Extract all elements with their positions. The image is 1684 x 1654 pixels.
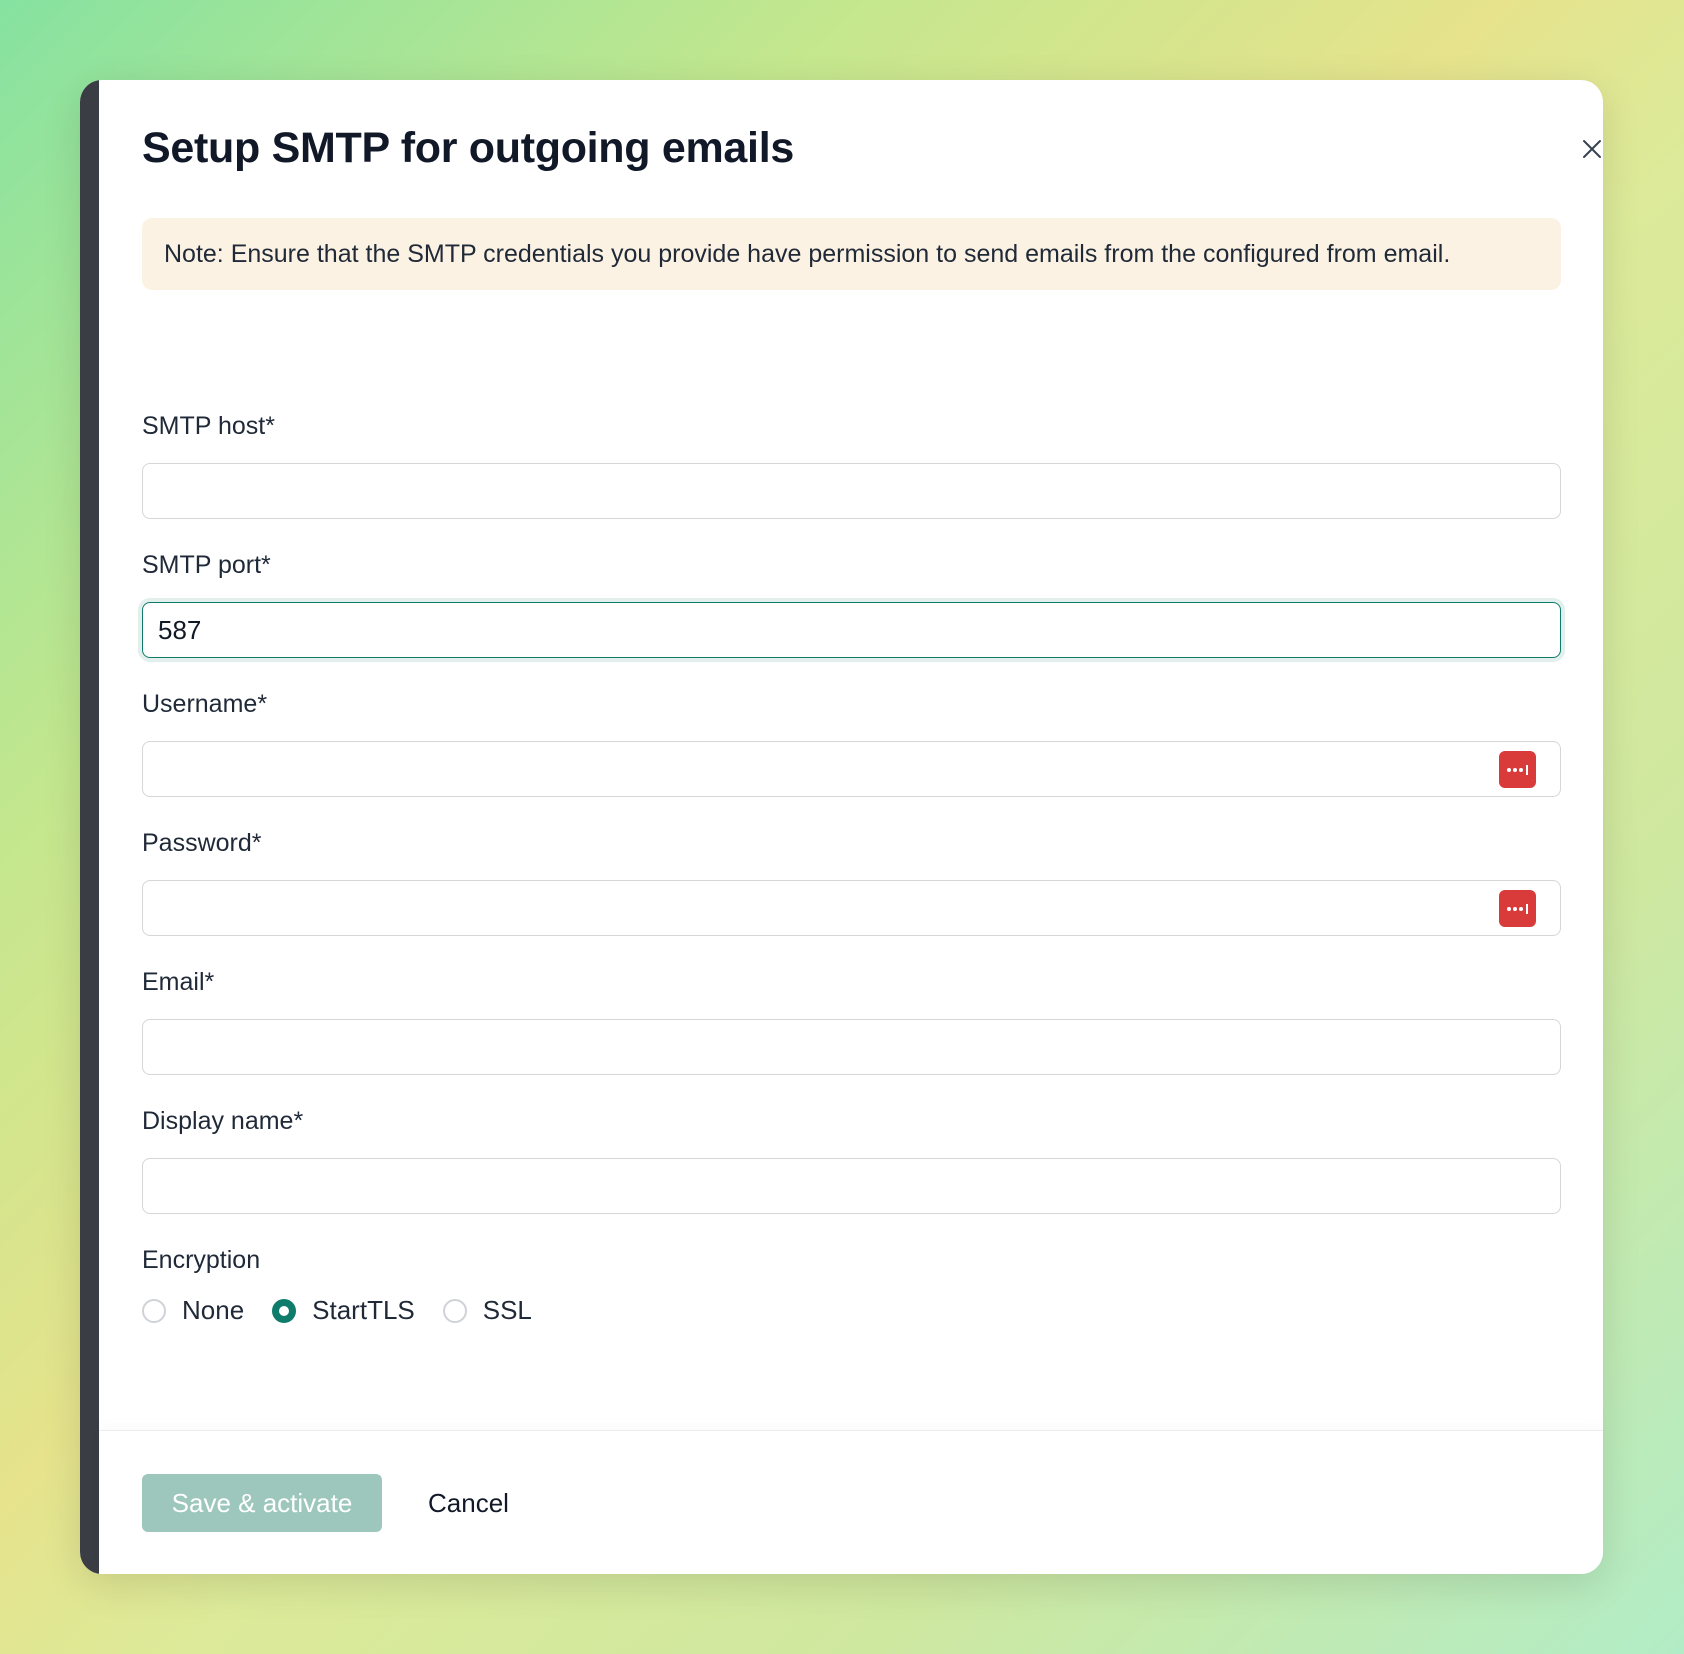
smtp-host-field: SMTP host* <box>142 409 1561 519</box>
close-icon <box>1582 139 1602 162</box>
cancel-button[interactable]: Cancel <box>420 1474 517 1532</box>
save-activate-button[interactable]: Save & activate <box>142 1474 382 1532</box>
smtp-port-input[interactable] <box>142 602 1561 658</box>
dialog-footer: Save & activate Cancel <box>99 1430 1603 1574</box>
password-label: Password* <box>142 829 262 857</box>
encryption-options: None StartTLS SSL <box>142 1295 560 1326</box>
display-name-input[interactable] <box>142 1158 1561 1214</box>
password-field: Password* <box>142 826 1561 936</box>
encryption-option-starttls[interactable]: StartTLS <box>272 1295 415 1326</box>
note-banner: Note: Ensure that the SMTP credentials y… <box>142 218 1561 290</box>
email-label: Email* <box>142 968 215 996</box>
encryption-label: Encryption <box>142 1246 261 1274</box>
display-name-field: Display name* <box>142 1104 1561 1214</box>
password-manager-icon[interactable] <box>1499 751 1536 788</box>
password-input[interactable] <box>142 880 1561 936</box>
encryption-option-none[interactable]: None <box>142 1295 244 1326</box>
display-name-label: Display name* <box>142 1107 304 1135</box>
note-text: Note: Ensure that the SMTP credentials y… <box>164 239 1451 268</box>
radio-label-starttls: StartTLS <box>312 1295 415 1325</box>
modal-left-edge <box>80 80 99 1574</box>
username-field: Username* <box>142 687 1561 797</box>
radio-ssl[interactable] <box>442 1298 467 1323</box>
encryption-option-ssl[interactable]: SSL <box>442 1295 532 1326</box>
dialog-title: Setup SMTP for outgoing emails <box>142 124 794 172</box>
smtp-host-input[interactable] <box>142 463 1561 519</box>
smtp-host-label: SMTP host* <box>142 412 275 440</box>
radio-label-ssl: SSL <box>482 1295 532 1325</box>
smtp-port-label: SMTP port* <box>142 551 271 579</box>
radio-none[interactable] <box>142 1298 166 1323</box>
radio-starttls[interactable] <box>272 1298 297 1323</box>
password-manager-icon[interactable] <box>1499 890 1536 927</box>
email-field: Email* <box>142 965 1561 1075</box>
username-input[interactable] <box>142 741 1561 797</box>
smtp-port-field: SMTP port* <box>142 548 1561 658</box>
email-input[interactable] <box>142 1019 1561 1075</box>
close-button[interactable] <box>1572 130 1603 170</box>
username-label: Username* <box>142 690 268 718</box>
smtp-setup-dialog: Setup SMTP for outgoing emails Note: Ens… <box>80 80 1603 1574</box>
encryption-group: Encryption None StartTLS SSL <box>142 1243 560 1326</box>
radio-label-none: None <box>182 1295 245 1325</box>
